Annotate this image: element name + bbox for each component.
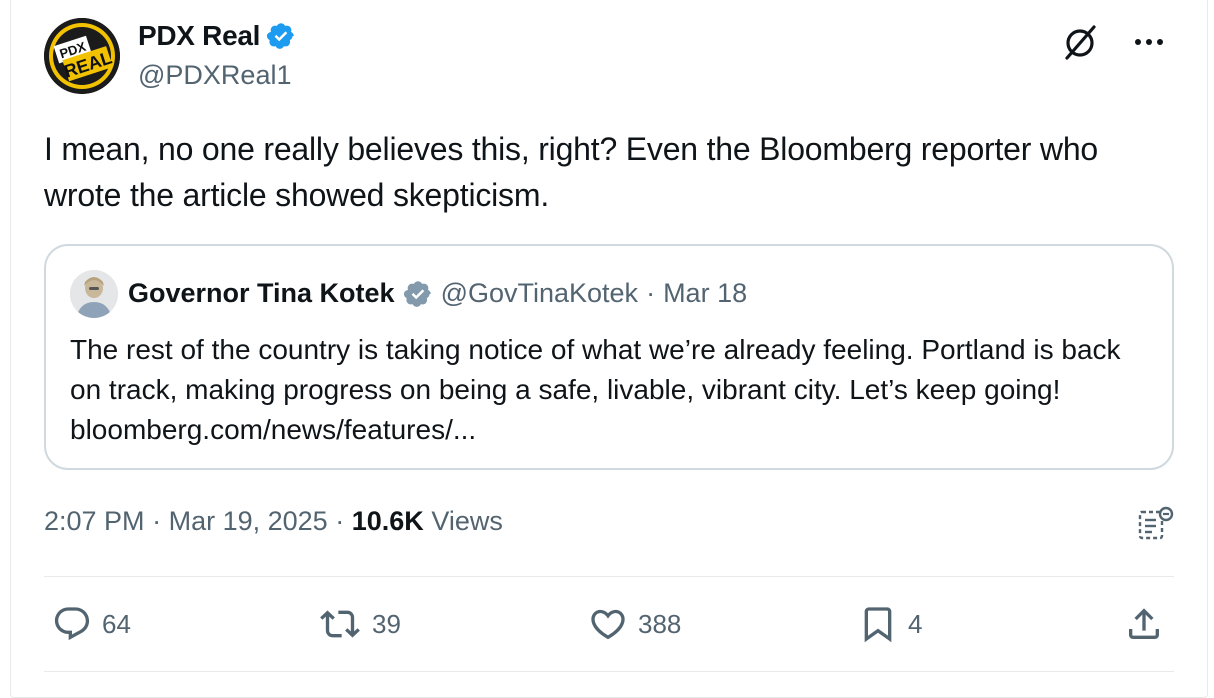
meta-separator-1: ·: [152, 506, 162, 536]
bookmark-icon: [864, 607, 892, 643]
repost-icon: [320, 610, 360, 638]
quoted-author-avatar[interactable]: [70, 270, 118, 318]
like-count: 388: [638, 608, 682, 639]
meta-separator-2: ·: [335, 506, 345, 536]
quoted-date[interactable]: Mar 18: [663, 278, 747, 309]
author-handle[interactable]: @PDXReal1: [138, 60, 291, 91]
verified-badge-icon[interactable]: [266, 21, 296, 51]
government-badge-icon[interactable]: [403, 279, 433, 309]
quoted-header: Governor Tina Kotek @GovTinaKotek · Mar …: [128, 278, 747, 309]
views-count: 10.6K: [351, 506, 424, 536]
quoted-tweet[interactable]: Governor Tina Kotek @GovTinaKotek · Mar …: [44, 244, 1174, 470]
tweet-meta: 2:07 PM · Mar 19, 2025 · 10.6K Views: [44, 506, 503, 537]
author-avatar[interactable]: PDX REAL: [44, 18, 120, 94]
author-name-row: PDX Real: [138, 20, 296, 52]
tweet-date[interactable]: Mar 19, 2025: [169, 506, 328, 536]
reply-icon: [54, 607, 90, 641]
top-actions: [1060, 22, 1164, 62]
repost-button[interactable]: 39: [318, 604, 401, 644]
person-photo-icon: [70, 270, 118, 318]
bookmark-count: 4: [908, 608, 923, 639]
analytics-icon[interactable]: [1138, 506, 1174, 542]
share-icon[interactable]: [1124, 604, 1164, 644]
pdx-real-logo: PDX REAL: [44, 18, 120, 94]
divider: [44, 576, 1174, 577]
grok-icon[interactable]: [1060, 22, 1100, 62]
repost-count: 39: [372, 608, 401, 639]
quoted-separator: ·: [646, 278, 656, 308]
like-button[interactable]: 388: [588, 604, 681, 644]
divider-bottom: [44, 671, 1174, 672]
views-label: Views: [431, 506, 503, 536]
reply-count: 64: [102, 608, 131, 639]
quoted-handle[interactable]: @GovTinaKotek: [441, 278, 639, 309]
heart-icon: [591, 609, 625, 640]
bookmark-button[interactable]: 4: [858, 604, 922, 644]
tweet-text: I mean, no one really believes this, rig…: [44, 131, 1099, 213]
quoted-display-name[interactable]: Governor Tina Kotek: [128, 278, 395, 309]
author-display-name[interactable]: PDX Real: [138, 20, 260, 52]
quoted-text: The rest of the country is taking notice…: [70, 334, 1121, 445]
more-options-icon[interactable]: [1134, 37, 1164, 47]
tweet-time[interactable]: 2:07 PM: [44, 506, 145, 536]
reply-button[interactable]: 64: [52, 604, 131, 644]
